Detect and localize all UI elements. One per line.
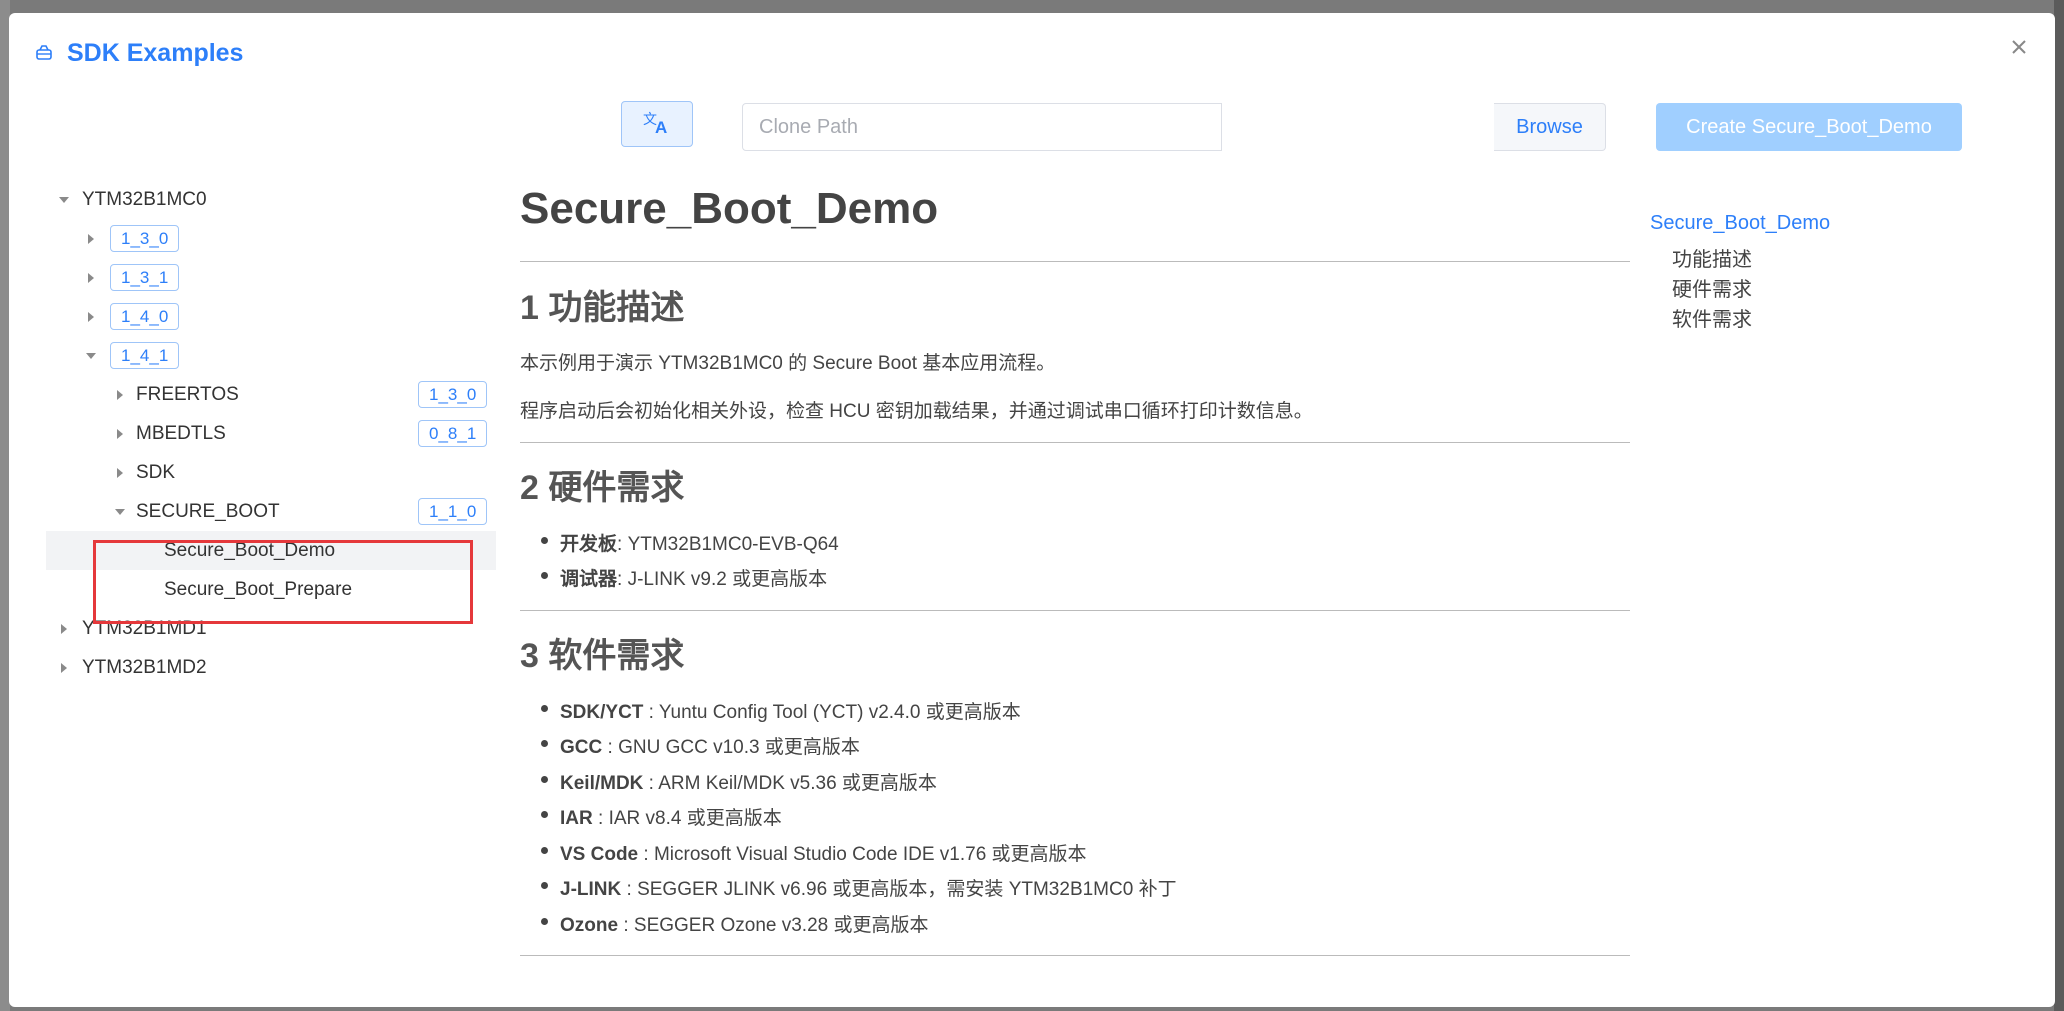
clone-path-input[interactable] [742,103,1222,151]
tree-node-version[interactable]: 1_3_1 [36,258,496,297]
tree-node-mbedtls[interactable]: MBEDTLS 0_8_1 [36,414,496,453]
list-item: GCC : GNU GCC v10.3 或更高版本 [541,732,860,759]
version-tag: 1_4_0 [110,303,180,330]
tree-node-ytm32b1mc0[interactable]: YTM32B1MC0 [36,180,496,219]
close-icon[interactable] [2005,33,2033,61]
list-item: 调试器: J-LINK v9.2 或更高版本 [540,564,827,591]
tree-node-version[interactable]: 1_4_0 [36,297,496,336]
paragraph: 本示例用于演示 YTM32B1MC0 的 Secure Boot 基本应用流程。 [520,353,1056,374]
version-tag: 1_4_1 [110,342,180,369]
version-tag: 1_1_0 [418,498,488,525]
translate-icon: 文 A [641,108,673,141]
chevron-right-icon[interactable] [61,662,67,673]
tree-node-version[interactable]: 1_3_0 [36,219,496,258]
version-tag: 1_3_0 [110,225,180,252]
chevron-right-icon[interactable] [88,233,94,244]
toc-link[interactable]: 软件需求 [1672,303,1752,332]
tree-node-version[interactable]: 1_4_1 [36,336,496,375]
chevron-right-icon[interactable] [117,428,123,439]
chevron-down-icon[interactable] [86,352,96,359]
doc-title: Secure_Boot_Demo [520,184,939,233]
chevron-right-icon[interactable] [61,623,67,634]
toc-link[interactable]: 硬件需求 [1672,273,1752,302]
create-button[interactable]: Create Secure_Boot_Demo [1656,103,1962,151]
dialog-title: SDK Examples [35,39,243,68]
tree-node-freertos[interactable]: FREERTOS 1_3_0 [36,375,496,414]
list-item: SDK/YCT : Yuntu Config Tool (YCT) v2.4.0… [541,697,1021,724]
divider [520,610,1635,611]
chevron-right-icon[interactable] [88,272,94,283]
section-heading: 1 功能描述 [520,289,685,327]
tree-node-ytm32b1md2[interactable]: YTM32B1MD2 [36,648,496,687]
tree-node-ytm32b1md1[interactable]: YTM32B1MD1 [36,609,496,648]
list-item: 开发板: YTM32B1MC0-EVB-Q64 [541,529,839,556]
chevron-right-icon[interactable] [117,467,123,478]
tree-leaf-secure-boot-prepare[interactable]: Secure_Boot_Prepare [46,570,496,609]
divider [520,261,1635,262]
list-item: VS Code : Microsoft Visual Studio Code I… [541,839,1087,866]
svg-text:A: A [655,118,667,136]
toc-main-link[interactable]: Secure_Boot_Demo [1650,212,1830,235]
backdrop-right [2054,0,2064,1011]
section-heading: 2 硬件需求 [520,469,685,507]
box-icon [35,44,55,64]
chevron-right-icon[interactable] [88,311,94,322]
version-tag: 1_3_0 [418,381,488,408]
tree-node-secure-boot[interactable]: SECURE_BOOT 1_1_0 [36,492,496,531]
tree-leaf-secure-boot-demo[interactable]: Secure_Boot_Demo [46,531,496,570]
version-tag: 1_3_1 [110,264,180,291]
dialog-title-text: SDK Examples [67,39,244,67]
translate-button[interactable]: 文 A [621,101,693,147]
chevron-down-icon[interactable] [115,508,125,515]
list-item: IAR : IAR v8.4 或更高版本 [541,803,782,830]
browse-button[interactable]: Browse [1494,103,1606,151]
tree-node-sdk[interactable]: SDK [36,453,496,492]
list-item: J-LINK : SEGGER JLINK v6.96 或更高版本，需安装 YT… [541,874,1177,901]
toc-link[interactable]: 功能描述 [1672,243,1752,272]
paragraph: 程序启动后会初始化相关外设，检查 HCU 密钥加载结果，并通过调试串口循环打印计… [520,401,1313,422]
divider [520,442,1635,443]
chevron-right-icon[interactable] [117,389,123,400]
divider [520,955,1635,956]
section-heading: 3 软件需求 [520,637,685,675]
chevron-down-icon[interactable] [59,196,69,203]
table-of-contents: Secure_Boot_Demo 功能描述 硬件需求 软件需求 [1630,200,2010,985]
list-item: Ozone : SEGGER Ozone v3.28 或更高版本 [541,910,929,937]
list-item: Keil/MDK : ARM Keil/MDK v5.36 或更高版本 [541,768,937,795]
version-tag: 0_8_1 [418,420,488,447]
